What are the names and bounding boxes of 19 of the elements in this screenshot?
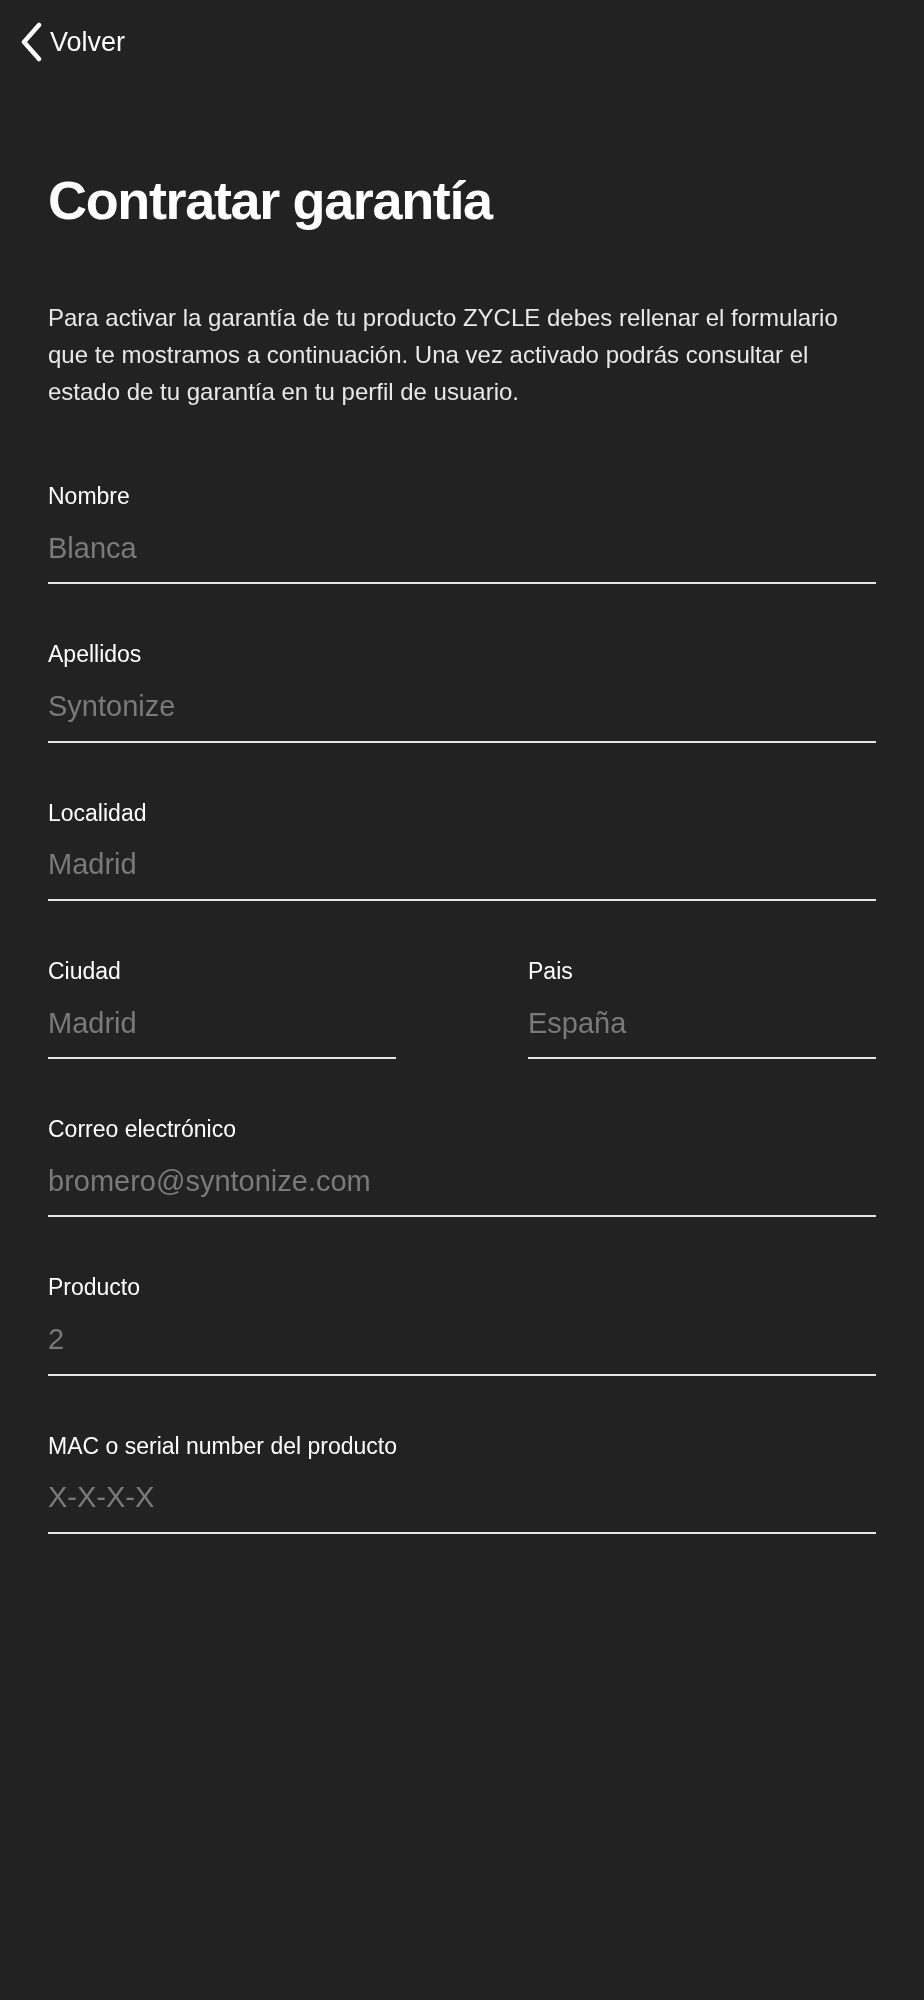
field-label: Correo electrónico bbox=[48, 1115, 237, 1144]
field-label: MAC o serial number del producto bbox=[48, 1431, 398, 1461]
input-field[interactable]: X-X-X-X bbox=[48, 1476, 876, 1534]
field-label: Producto bbox=[48, 1273, 142, 1303]
field-label: Apellidos bbox=[48, 640, 143, 670]
intro-paragraph: Para activar la garantía de tu producto ZYCLE debes rellenar el formulario que te mostramos a continuación. Una vez activado podrás consultar el estado de tu garantía en tu perfil de usuario. bbox=[48, 302, 839, 407]
field-label: Nombre bbox=[48, 482, 131, 511]
field-label: Pais bbox=[528, 956, 574, 986]
input-field[interactable]: bromero@syntonize.com bbox=[48, 1159, 876, 1218]
input-field[interactable]: Blanca bbox=[48, 526, 876, 585]
back-chevron-icon bbox=[20, 22, 42, 63]
field-label: Ciudad bbox=[48, 956, 122, 986]
input-field[interactable]: Madrid bbox=[48, 1001, 396, 1060]
back-button[interactable]: Volver bbox=[20, 22, 126, 63]
input-field[interactable]: Syntonize bbox=[48, 685, 876, 743]
input-field[interactable]: 2 bbox=[48, 1318, 876, 1376]
field-label: Localidad bbox=[48, 798, 148, 828]
input-field[interactable]: España bbox=[528, 1001, 876, 1060]
input-field[interactable]: Madrid bbox=[48, 843, 876, 901]
